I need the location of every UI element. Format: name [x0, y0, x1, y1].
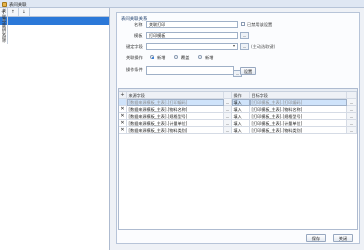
window-icon: [2, 1, 7, 7]
delete-row-icon[interactable]: [119, 99, 127, 106]
key-field-browse-button[interactable]: ...: [240, 43, 249, 50]
header-target-field: 目标字段: [250, 92, 347, 99]
source-browse-button[interactable]: ...: [224, 127, 232, 134]
source-field-cell[interactable]: [数据来源模板_主表].[计量单位]: [127, 120, 224, 127]
header-source-btn-col: [224, 92, 232, 99]
operation-cell[interactable]: 填入: [232, 120, 250, 127]
delete-row-icon[interactable]: ✕: [119, 127, 127, 134]
name-field[interactable]: 关联打印: [146, 21, 238, 28]
left-grid-header: + 关联字段名称 ↑ ↓: [0, 8, 109, 44]
source-field-cell[interactable]: [数据来源模板_主表].[打印编码]: [127, 99, 224, 106]
target-browse-button[interactable]: ...: [347, 99, 357, 106]
target-field-cell[interactable]: [打印模板_主表].[物料名称]: [250, 106, 347, 113]
template-field[interactable]: 打印模板: [146, 32, 238, 39]
header-target-btn-col: [347, 92, 357, 99]
key-field-input[interactable]: [146, 43, 238, 50]
target-field-cell[interactable]: [打印模板_主表].[规格型号]: [250, 113, 347, 120]
target-browse-button[interactable]: ...: [347, 113, 357, 120]
condition-field[interactable]: [146, 66, 234, 75]
target-browse-button[interactable]: ...: [347, 120, 357, 127]
source-field-cell[interactable]: [数据来源模板_主表].[规格型号]: [127, 113, 224, 120]
target-browse-button[interactable]: ...: [347, 127, 357, 134]
target-field-cell[interactable]: [打印模板_主表].[计量单位]: [250, 120, 347, 127]
left-list-item-label: 关联打印: [2, 17, 7, 40]
header-source-field: 来源字段: [127, 92, 224, 99]
radio-add-label: 新增: [157, 55, 166, 60]
table-row[interactable]: ✕ [数据来源模板_主表].[计量单位] ... 填入 [打印模板_主表].[计…: [119, 120, 357, 127]
set-button[interactable]: 设置: [240, 67, 256, 75]
template-browse-button[interactable]: ...: [240, 32, 249, 39]
table-row[interactable]: [数据来源模板_主表].[打印编码] ... 填入 [打印模板_主表].[打印编…: [119, 99, 357, 106]
operation-label: 关联操作: [126, 55, 143, 60]
key-field-label: 键定字段: [126, 44, 143, 49]
table-add-row-icon[interactable]: +: [119, 92, 127, 99]
table-row[interactable]: ✕ [数据来源模板_主表].[物料名称] ... 填入 [打印模板_主表].[物…: [119, 106, 357, 113]
header-operation: 操作: [232, 92, 250, 99]
source-browse-button[interactable]: ...: [224, 113, 232, 120]
operation-cell[interactable]: 填入: [232, 127, 250, 134]
move-down-icon[interactable]: ↓: [19, 8, 30, 16]
table-row[interactable]: ✕ [数据来源模板_主表].[规格型号] ... 填入 [打印模板_主表].[规…: [119, 113, 357, 120]
close-button[interactable]: 关闭: [333, 234, 353, 242]
target-browse-button[interactable]: ...: [347, 106, 357, 113]
disable-checkbox-label: 已禁用该设置: [247, 22, 273, 27]
template-label: 模板: [134, 33, 143, 38]
operation-cell[interactable]: 填入: [232, 106, 250, 113]
radio-overwrite-label: 覆盖: [181, 55, 190, 60]
target-field-cell[interactable]: [打印模板_主表].[打印编码]: [250, 99, 347, 106]
delete-row-icon[interactable]: ✕: [119, 120, 127, 127]
key-field-hint: (主动选取键): [251, 44, 276, 49]
operation-cell[interactable]: 填入: [232, 113, 250, 120]
disable-checkbox[interactable]: [241, 22, 246, 27]
window-title: 表间关联: [9, 2, 27, 8]
name-label: 名称: [134, 22, 143, 27]
table-header-row: + 来源字段 操作 目标字段: [119, 92, 357, 99]
source-browse-button[interactable]: ...: [224, 120, 232, 127]
operation-cell[interactable]: 填入: [232, 99, 250, 106]
left-list-item[interactable]: ✕ 关联打印: [0, 17, 109, 40]
target-field-cell[interactable]: [打印模板_主表].[物料类别]: [250, 127, 347, 134]
left-panel: + 关联字段名称 ↑ ↓ ✕ 关联打印: [0, 8, 110, 250]
delete-row-icon[interactable]: ✕: [119, 106, 127, 113]
window-titlebar: 表间关联: [0, 0, 364, 8]
condition-label: 操作条件: [126, 67, 143, 72]
save-button[interactable]: 保存: [306, 234, 326, 242]
field-mapping-table: + 来源字段 操作 目标字段 [数据来源模板_主表].[打印编码] ... 填入…: [118, 88, 358, 230]
chevron-down-icon[interactable]: ▾: [231, 43, 237, 50]
source-browse-button[interactable]: ...: [224, 106, 232, 113]
delete-row-icon[interactable]: ✕: [119, 113, 127, 120]
source-field-cell[interactable]: [数据来源模板_主表].[物料类别]: [127, 127, 224, 134]
source-field-cell[interactable]: [数据来源模板_主表].[物料名称]: [127, 106, 224, 113]
table-row[interactable]: ✕ [数据来源模板_主表].[物料类别] ... 填入 [打印模板_主表].[物…: [119, 127, 357, 134]
radio-append-label: 新增: [205, 55, 214, 60]
move-up-icon[interactable]: ↑: [8, 8, 19, 16]
source-browse-button[interactable]: ...: [224, 99, 232, 106]
